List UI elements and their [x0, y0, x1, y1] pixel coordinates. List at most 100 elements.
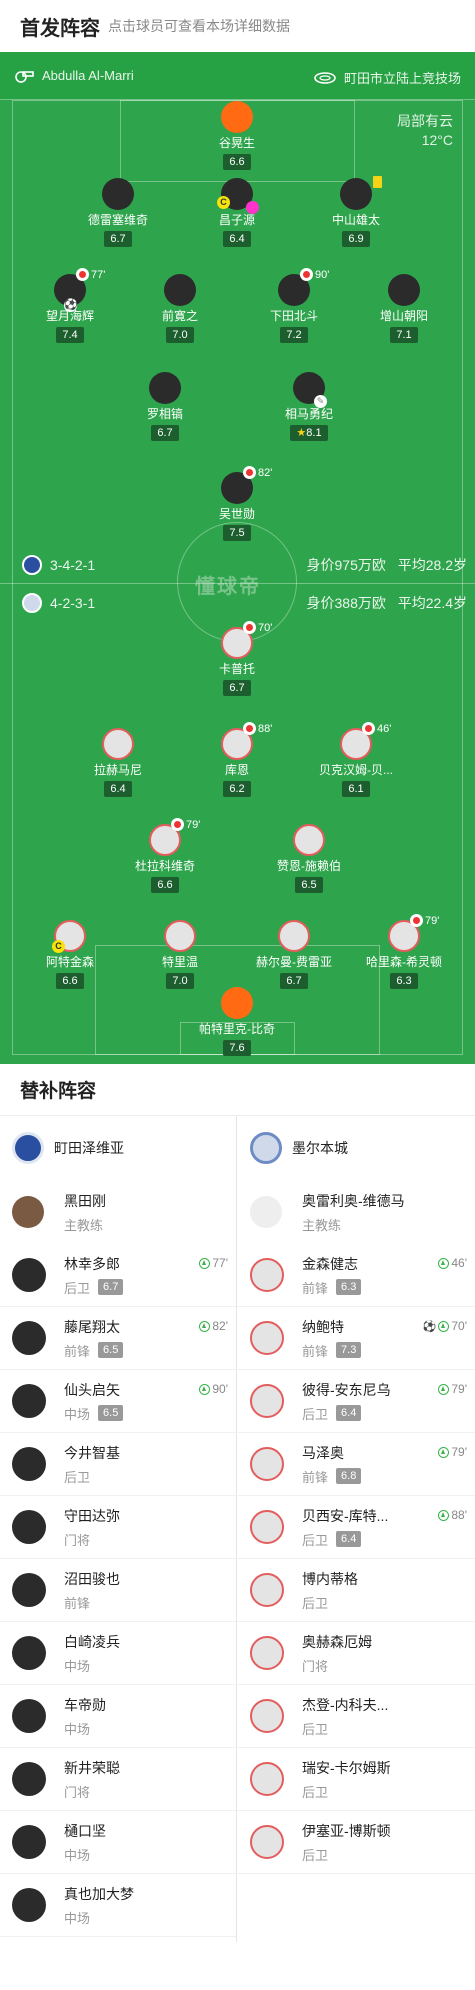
sub-on-time: 88'	[451, 1508, 467, 1522]
sub-player-avatar	[250, 1384, 284, 1418]
home-formation-text: 3-4-2-1	[50, 557, 96, 573]
player-marker[interactable]: 79' 杜拉科维奇 6.6	[105, 818, 225, 893]
sub-player-position: 前锋	[64, 1343, 91, 1359]
lineup-title: 首发阵容	[20, 17, 100, 40]
player-avatar	[278, 920, 310, 952]
player-rating: 6.7	[223, 680, 251, 696]
sub-on-time: 79'	[451, 1445, 467, 1459]
player-marker[interactable]: 增山朝阳 7.1	[344, 274, 464, 343]
player-rating: 6.3	[390, 973, 418, 989]
sub-player-position: 中场	[64, 1721, 91, 1737]
away-coach[interactable]: 奥雷利奥-维德马 主教练	[238, 1180, 475, 1244]
referee-info: Abdulla Al-Marri	[14, 68, 134, 83]
sub-player-rating: 6.4	[336, 1531, 362, 1547]
player-name: 下田北斗	[269, 309, 318, 323]
player-rating-value: 8.1	[306, 427, 322, 439]
sub-player-row[interactable]: 藤尾翔太 前锋 6.5 82'	[0, 1307, 236, 1370]
sub-player-rating: 6.4	[336, 1405, 362, 1421]
home-age: 平均28.2岁	[397, 557, 467, 573]
sub-on-time: 77'	[212, 1256, 228, 1270]
sub-off-marker: 46'	[362, 722, 391, 735]
player-rating: 6.5	[295, 877, 323, 893]
sub-player-row[interactable]: 贝西安-库特... 后卫 6.4 88'	[238, 1496, 475, 1559]
player-avatar	[221, 101, 253, 133]
player-marker[interactable]: 46' 贝克汉姆-贝... 6.1	[296, 722, 416, 797]
sub-player-row[interactable]: 樋口坚 中场	[0, 1811, 236, 1874]
sub-player-avatar	[12, 1321, 46, 1355]
player-marker[interactable]: ⚽ 77' 望月海辉 7.4	[10, 268, 130, 343]
player-marker[interactable]: 70' 卡普托 6.7	[177, 621, 297, 696]
sub-player-row[interactable]: 瑞安-卡尔姆斯 后卫	[238, 1748, 475, 1811]
goal-icon: ⚽	[64, 299, 78, 312]
sub-player-row[interactable]: 马泽奥 前锋 6.8 79'	[238, 1433, 475, 1496]
away-value: 身价388万欧	[306, 595, 386, 611]
player-name: 前寛之	[161, 309, 198, 323]
sub-player-row[interactable]: 守田达弥 门将	[0, 1496, 236, 1559]
player-marker[interactable]: C 阿特金森 6.6	[10, 920, 130, 989]
player-marker[interactable]: 德雷塞维奇 6.7	[58, 178, 178, 247]
player-avatar	[102, 728, 134, 760]
player-marker[interactable]: 88' 库恩 6.2	[177, 722, 297, 797]
player-marker[interactable]: 79' 哈里森-希灵顿 6.3	[344, 914, 464, 989]
player-rating: 6.4	[223, 231, 251, 247]
player-marker[interactable]: 谷晃生 6.6	[177, 101, 297, 170]
sub-player-avatar	[12, 1510, 46, 1544]
player-marker[interactable]: 帕特里克-比奇 7.6	[177, 987, 297, 1056]
sub-player-row[interactable]: 彼得-安东尼乌 后卫 6.4 79'	[238, 1370, 475, 1433]
sub-player-row[interactable]: 真也加大梦 中场	[0, 1874, 236, 1937]
sub-player-row[interactable]: 新井荣聪 门将	[0, 1748, 236, 1811]
sub-off-icon	[76, 268, 89, 281]
sub-player-avatar	[12, 1258, 46, 1292]
player-marker[interactable]: 中山雄太 6.9	[296, 176, 416, 247]
player-rating: 6.6	[223, 154, 251, 170]
sub-player-row[interactable]: 白崎凌兵 中场	[0, 1622, 236, 1685]
player-marker[interactable]: 拉赫马尼 6.4	[58, 728, 178, 797]
sub-player-row[interactable]: 杰登-内科夫... 后卫	[238, 1685, 475, 1748]
sub-player-row[interactable]: 今井智基 后卫	[0, 1433, 236, 1496]
player-marker[interactable]: 82' 吴世勋 7.5	[177, 466, 297, 541]
sub-player-avatar	[250, 1636, 284, 1670]
sub-player-name: 车帝勋	[64, 1696, 106, 1713]
away-team-row[interactable]: 墨尔本城	[238, 1116, 475, 1180]
player-marker[interactable]: 90' 下田北斗 7.2	[234, 268, 354, 343]
sub-on-marker: 77'	[199, 1256, 228, 1270]
sub-player-name: 沼田骏也	[64, 1570, 120, 1587]
sub-player-position: 后卫	[302, 1595, 329, 1611]
player-marker[interactable]: C 昌子源 6.4	[177, 178, 297, 247]
sub-player-row[interactable]: 博内蒂格 后卫	[238, 1559, 475, 1622]
sub-player-avatar	[12, 1699, 46, 1733]
sub-on-icon	[199, 1320, 211, 1332]
sub-time: 70'	[258, 621, 273, 634]
player-marker[interactable]: 罗相镐 6.7	[105, 372, 225, 441]
sub-player-row[interactable]: 车帝勋 中场	[0, 1685, 236, 1748]
player-name: 拉赫马尼	[93, 763, 142, 777]
sub-player-row[interactable]: 金森健志 前锋 6.3 46'	[238, 1244, 475, 1307]
sub-on-time: 70'	[451, 1319, 467, 1333]
match-info-bar: Abdulla Al-Marri 町田市立陆上竞技场	[0, 52, 475, 100]
sub-off-marker: 79'	[171, 818, 200, 831]
sub-player-row[interactable]: 林幸多郎 后卫 6.7 77'	[0, 1244, 236, 1307]
sub-player-name: 奥赫森厄姆	[302, 1633, 372, 1650]
sub-player-row[interactable]: 沼田骏也 前锋	[0, 1559, 236, 1622]
player-name: 罗相镐	[146, 407, 183, 421]
player-marker[interactable]: ✎ 相马勇纪 ★8.1	[249, 372, 369, 441]
sub-player-row[interactable]: 纳鲍特 前锋 7.3 ⚽ 70'	[238, 1307, 475, 1370]
player-rating: 7.5	[223, 525, 251, 541]
player-avatar	[293, 824, 325, 856]
sub-player-avatar	[250, 1762, 284, 1796]
player-marker[interactable]: 赫尔曼-费雷亚 6.7	[234, 920, 354, 989]
player-marker[interactable]: 前寛之 7.0	[120, 274, 240, 343]
home-coach[interactable]: 黑田刚 主教练	[0, 1180, 236, 1244]
sub-player-row[interactable]: 伊塞亚-博斯顿 后卫	[238, 1811, 475, 1874]
player-avatar	[149, 372, 181, 404]
lineup-header: 首发阵容 点击球员可查看本场详细数据	[0, 0, 475, 52]
sub-player-row[interactable]: 奥赫森厄姆 门将	[238, 1622, 475, 1685]
home-team-row[interactable]: 町田泽维亚	[0, 1116, 236, 1180]
sub-player-row[interactable]: 仙头启矢 中场 6.5 90'	[0, 1370, 236, 1433]
player-marker[interactable]: 赞恩-施赖伯 6.5	[249, 824, 369, 893]
player-marker[interactable]: 特里温 7.0	[120, 920, 240, 989]
coach-role: 主教练	[302, 1217, 342, 1233]
sub-time: 88'	[258, 722, 273, 735]
sub-player-name: 金森健志	[302, 1255, 358, 1272]
player-rating: 6.2	[223, 781, 251, 797]
